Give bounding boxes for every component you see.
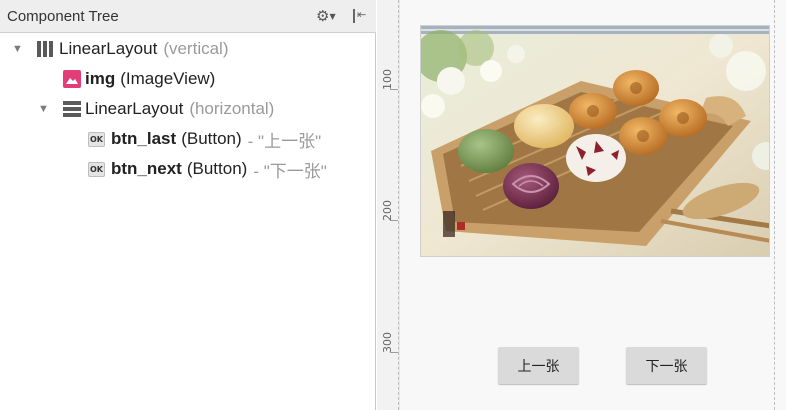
tree-item-btn-last[interactable]: OK btn_last (Button) - "上一张" <box>88 125 321 153</box>
ruler-label: 300 <box>381 332 394 353</box>
component-tree-panel: Component Tree ⚙▼ ⇤ ▼ LinearLayout (vert… <box>0 0 376 410</box>
tree-item-btn-next[interactable]: OK btn_next (Button) - "下一张" <box>88 155 327 183</box>
vertical-ruler: 100 200 300 <box>377 0 399 410</box>
tree-item-name: btn_next <box>111 159 182 178</box>
tree-item-type: (ImageView) <box>120 69 216 88</box>
tree-item-type: (Button) <box>181 129 242 148</box>
gear-icon[interactable]: ⚙▼ <box>316 7 342 27</box>
next-image-button[interactable]: 下一张 <box>626 347 707 384</box>
panel-title: Component Tree <box>7 8 119 25</box>
prev-image-button[interactable]: 上一张 <box>498 347 579 384</box>
tree-item-type: (vertical) <box>163 39 229 58</box>
expand-toggle-icon[interactable]: ▼ <box>12 43 23 55</box>
collapse-panel-icon[interactable]: ⇤ <box>350 7 370 27</box>
android-studio-layout-editor: { "panel": { "title": "Component Tree", … <box>0 0 786 410</box>
mooncake-photo <box>421 26 769 256</box>
tree-item-img[interactable]: img (ImageView) <box>63 65 215 93</box>
component-tree-header: Component Tree ⚙▼ ⇤ <box>0 0 376 33</box>
expand-toggle-icon[interactable]: ▼ <box>38 103 49 115</box>
tree-item-name: img <box>85 69 116 88</box>
tree-item-hint: - "下一张" <box>253 161 327 181</box>
button-icon: OK <box>88 161 105 177</box>
imageview-preview[interactable] <box>420 25 770 257</box>
tree-item-name: LinearLayout <box>85 99 184 118</box>
ruler-label: 200 <box>381 200 394 221</box>
tree-item-type: (horizontal) <box>189 99 275 118</box>
imageview-icon <box>63 70 81 88</box>
device-edge-guide <box>774 0 775 410</box>
horizontal-linearlayout-icon <box>63 101 81 117</box>
vertical-linearlayout-icon <box>37 41 55 57</box>
tree-item-root-linearlayout[interactable]: ▼ LinearLayout (vertical) <box>12 35 228 63</box>
tree-item-name: LinearLayout <box>59 39 158 58</box>
tree-item-type: (Button) <box>186 159 248 178</box>
button-icon: OK <box>88 131 105 147</box>
ruler-label: 100 <box>381 69 394 90</box>
tree-item-horizontal-linearlayout[interactable]: ▼ LinearLayout (horizontal) <box>38 95 274 123</box>
tree-item-hint: - "上一张" <box>247 131 322 151</box>
tree-item-name: btn_last <box>111 129 177 148</box>
